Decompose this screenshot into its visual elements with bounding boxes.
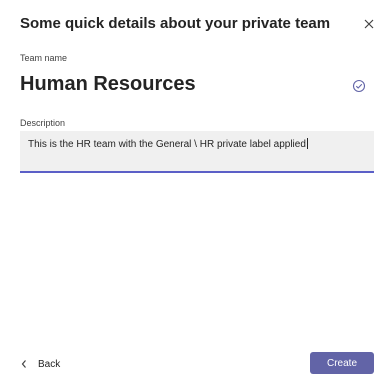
- back-label: Back: [38, 358, 61, 370]
- check-circle-icon: [352, 79, 366, 93]
- close-icon: [364, 19, 374, 29]
- description-label: Description: [20, 118, 66, 128]
- close-button[interactable]: [360, 15, 378, 33]
- text-caret: [306, 138, 308, 149]
- description-field[interactable]: This is the HR team with the General \ H…: [20, 131, 374, 173]
- dialog-title: Some quick details about your private te…: [20, 15, 331, 32]
- chevron-left-icon: [21, 360, 26, 368]
- back-button[interactable]: Back: [20, 355, 60, 373]
- create-button[interactable]: Create: [310, 352, 374, 374]
- team-name-value[interactable]: Human Resources: [20, 73, 196, 96]
- team-name-label: Team name: [20, 53, 68, 63]
- description-text: This is the HR team with the General \ H…: [28, 139, 306, 150]
